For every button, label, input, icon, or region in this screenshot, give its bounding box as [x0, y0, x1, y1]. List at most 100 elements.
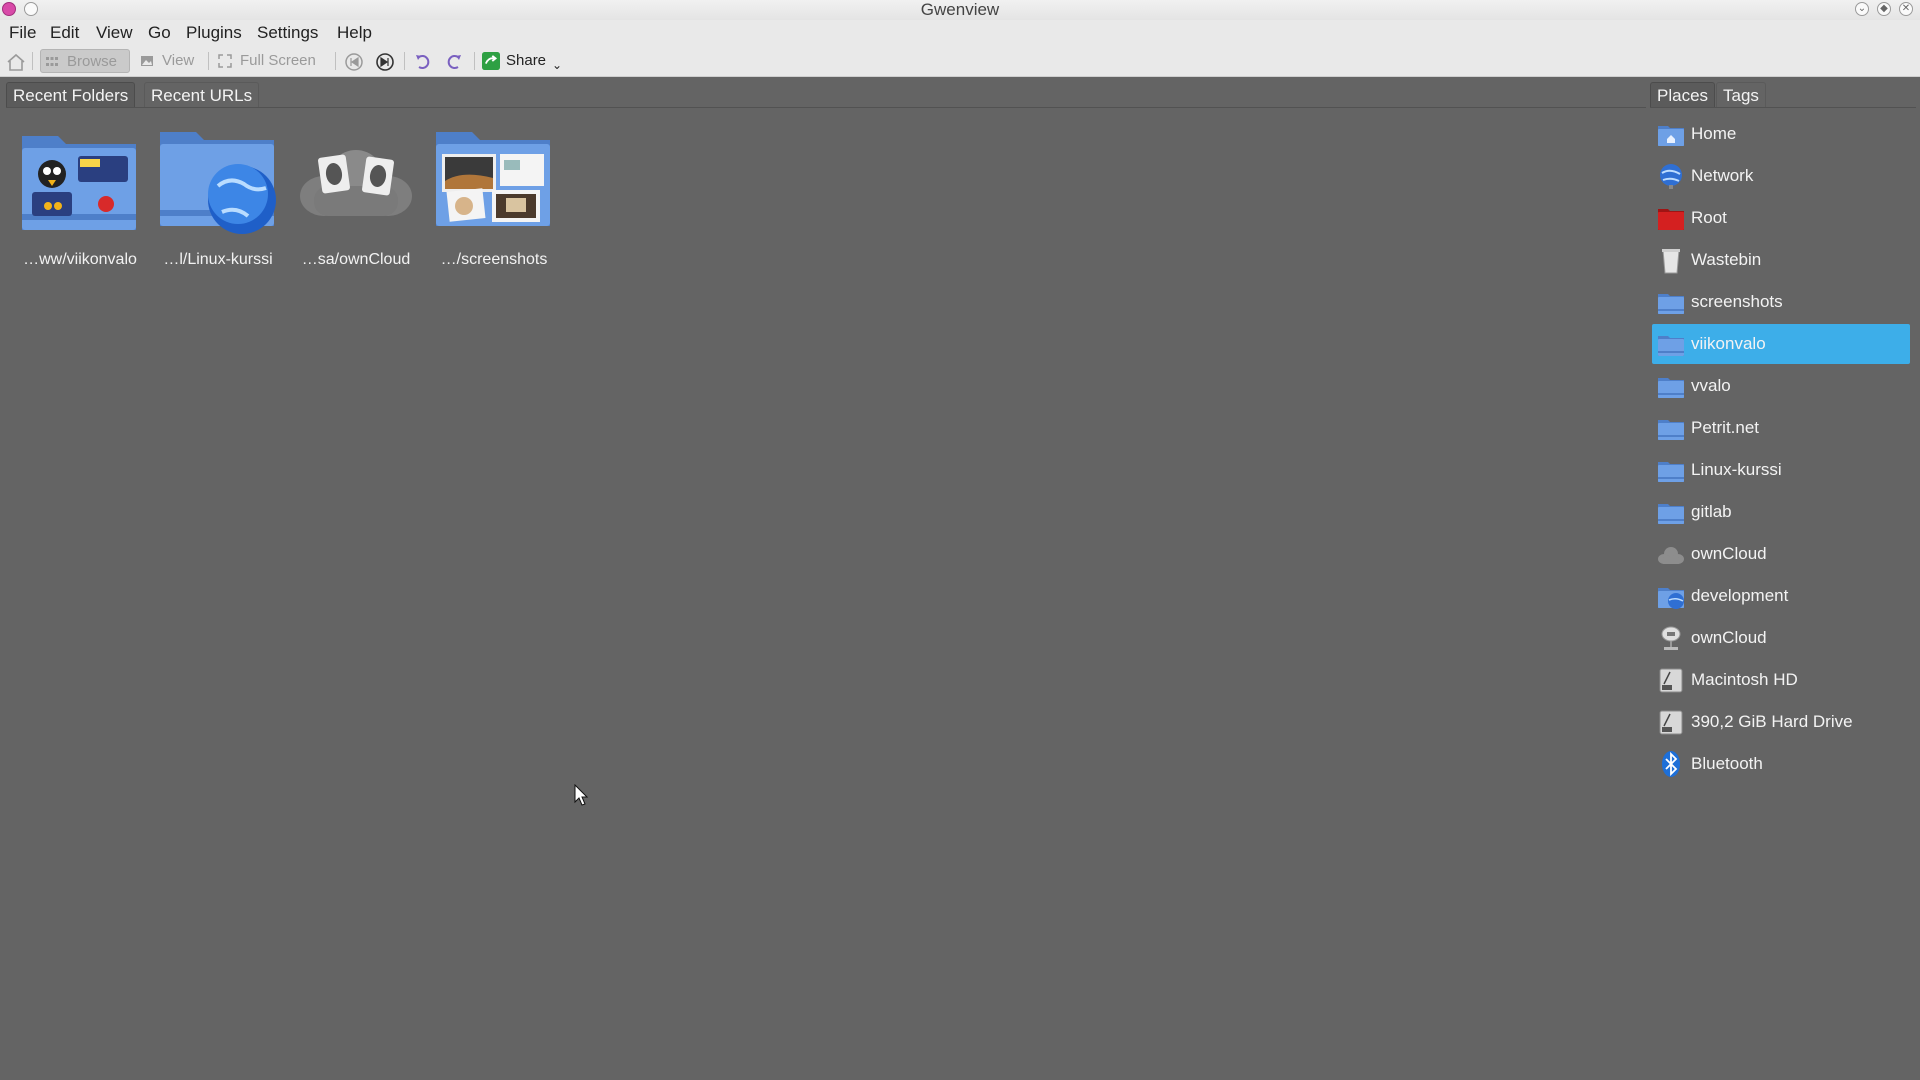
places-item-label: Network — [1691, 166, 1754, 185]
tab-recent-urls[interactable]: Recent URLs — [144, 82, 260, 108]
browse-grid-icon — [46, 57, 58, 66]
cloud-icon — [300, 150, 412, 216]
close-button[interactable]: ✕ — [1899, 2, 1913, 16]
places-item-label: development — [1691, 586, 1789, 605]
places-item-label: Linux-kurssi — [1691, 460, 1782, 479]
places-item-network[interactable]: Network — [1652, 156, 1910, 196]
hard-drive-icon — [1659, 668, 1683, 693]
places-item-label: viikonvalo — [1691, 334, 1766, 353]
folder-globe-icon — [1658, 588, 1684, 609]
mouse-cursor-icon — [574, 784, 589, 806]
red-folder-icon — [1658, 209, 1684, 230]
recent-folder-item[interactable]: …l/Linux-kurssi — [148, 124, 282, 274]
toolbar-separator — [335, 52, 336, 70]
places-item-development[interactable]: development — [1652, 576, 1910, 616]
menu-view[interactable]: View — [96, 22, 133, 44]
places-item-screenshots[interactable]: screenshots — [1652, 282, 1910, 322]
toolbar-separator — [208, 52, 209, 70]
tab-divider — [6, 107, 1646, 108]
main-toolbar: Browse View Full Screen Share ⌄ — [0, 46, 1920, 77]
browse-button[interactable]: Browse — [40, 49, 130, 73]
places-item-label: ownCloud — [1691, 628, 1767, 647]
places-item-viikonvalo[interactable]: viikonvalo — [1652, 324, 1910, 364]
places-item-petrit-net[interactable]: Petrit.net — [1652, 408, 1910, 448]
places-item-390-2-gib-hard-drive[interactable]: 390,2 GiB Hard Drive — [1652, 702, 1910, 742]
places-item-label: Petrit.net — [1691, 418, 1760, 437]
folder-icon — [1658, 336, 1684, 356]
home-folder-icon — [1658, 126, 1684, 146]
tab-tags[interactable]: Tags — [1716, 82, 1766, 108]
places-item-label: 390,2 GiB Hard Drive — [1691, 712, 1853, 731]
share-label: Share — [506, 52, 547, 69]
cloud-icon — [1658, 547, 1684, 564]
trash-icon — [1662, 249, 1680, 274]
menu-edit[interactable]: Edit — [50, 22, 79, 44]
view-button[interactable]: View — [136, 49, 206, 73]
chevron-down-icon: ⌄ — [552, 58, 563, 72]
toolbar-separator — [404, 52, 405, 70]
toolbar-separator — [474, 52, 475, 70]
places-item-owncloud[interactable]: ownCloud — [1652, 618, 1910, 658]
next-icon[interactable] — [374, 51, 396, 73]
minimize-button[interactable]: ⌄ — [1855, 2, 1869, 16]
folder-icon — [1658, 420, 1684, 440]
places-item-label: gitlab — [1691, 502, 1732, 521]
keep-above-button[interactable] — [24, 2, 38, 16]
share-icon — [482, 52, 500, 70]
places-item-linux-kurssi[interactable]: Linux-kurssi — [1652, 450, 1910, 490]
places-item-vvalo[interactable]: vvalo — [1652, 366, 1910, 406]
places-item-wastebin[interactable]: Wastebin — [1652, 240, 1910, 280]
recent-folder-item[interactable]: …ww/viikonvalo — [10, 124, 144, 274]
home-icon[interactable] — [5, 51, 27, 73]
network-drive-icon — [1661, 626, 1681, 650]
full-screen-button[interactable]: Full Screen — [214, 49, 326, 73]
places-item-root[interactable]: Root — [1652, 198, 1910, 238]
rotate-left-icon[interactable] — [413, 51, 435, 73]
places-item-gitlab[interactable]: gitlab — [1652, 492, 1910, 532]
tab-divider — [1650, 107, 1916, 108]
folder-icon — [436, 132, 550, 226]
recent-folder-item[interactable]: …/screenshots — [424, 124, 558, 274]
tab-recent-folders[interactable]: Recent Folders — [6, 82, 136, 108]
folder-icon — [1658, 462, 1684, 482]
folder-icon — [1658, 504, 1684, 524]
full-screen-icon — [218, 54, 232, 68]
menu-go[interactable]: Go — [148, 22, 171, 44]
recent-folder-label: …sa/ownCloud — [301, 251, 411, 268]
window-title: Gwenview — [920, 0, 1000, 19]
recent-folder-item[interactable]: …sa/ownCloud — [286, 124, 420, 274]
toolbar-separator — [32, 52, 33, 70]
share-button[interactable]: Share ⌄ — [480, 49, 566, 73]
menu-help[interactable]: Help — [337, 22, 372, 44]
places-item-label: Root — [1691, 208, 1727, 227]
menu-plugins[interactable]: Plugins — [186, 22, 242, 44]
title-bar: Gwenview ⌄ ◆ ✕ — [0, 0, 1920, 20]
places-item-label: vvalo — [1691, 376, 1731, 395]
places-item-bluetooth[interactable]: Bluetooth — [1652, 744, 1910, 784]
places-item-home[interactable]: Home — [1652, 114, 1910, 154]
rotate-right-icon[interactable] — [442, 51, 464, 73]
full-screen-label: Full Screen — [240, 52, 316, 69]
menu-settings[interactable]: Settings — [257, 22, 318, 44]
image-view-icon — [141, 56, 153, 66]
hard-drive-icon — [1659, 710, 1683, 735]
bluetooth-icon — [1662, 751, 1680, 777]
maximize-button[interactable]: ◆ — [1877, 2, 1891, 16]
recent-folder-label: …/screenshots — [440, 251, 548, 268]
places-item-owncloud[interactable]: ownCloud — [1652, 534, 1910, 574]
previous-icon[interactable] — [343, 51, 365, 73]
places-item-label: screenshots — [1691, 292, 1783, 311]
menu-file[interactable]: File — [9, 22, 36, 44]
places-item-label: Wastebin — [1691, 250, 1762, 269]
recent-folder-label: …l/Linux-kurssi — [163, 251, 273, 268]
network-globe-icon — [1660, 164, 1682, 189]
browse-label: Browse — [67, 53, 118, 70]
folder-icon — [1658, 294, 1684, 314]
app-icon[interactable] — [2, 2, 16, 16]
tab-places[interactable]: Places — [1650, 82, 1716, 108]
places-item-label: Macintosh HD — [1691, 670, 1798, 689]
folder-globe-icon — [160, 132, 276, 234]
folder-icon — [1658, 378, 1684, 398]
places-item-macintosh-hd[interactable]: Macintosh HD — [1652, 660, 1910, 700]
folder-icon — [22, 136, 136, 230]
